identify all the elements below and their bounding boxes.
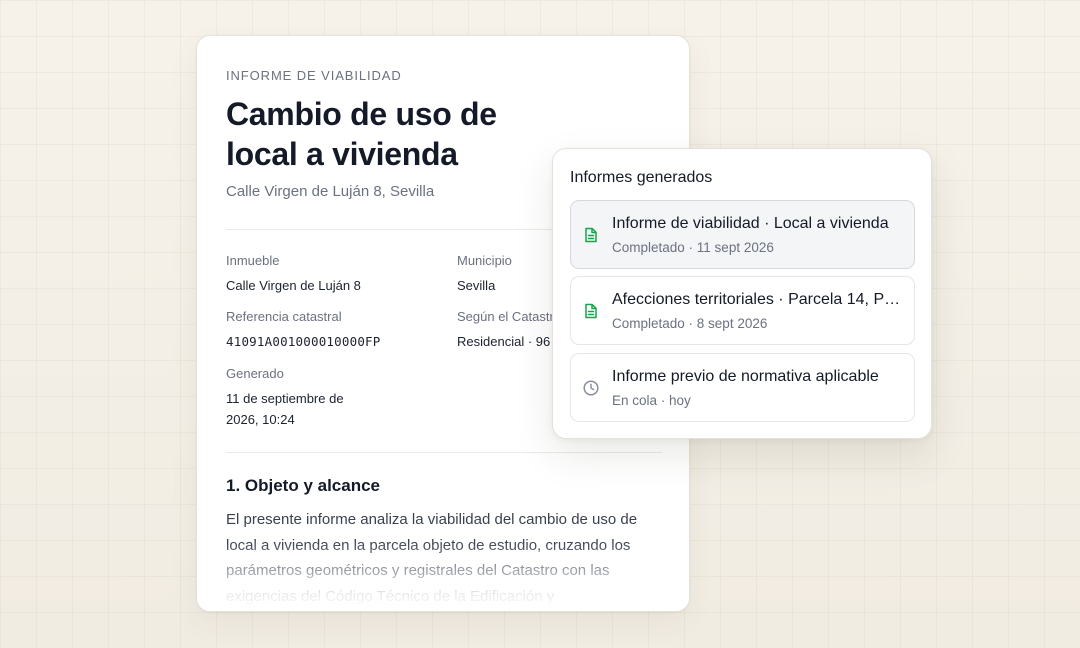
section-body: El presente informe analiza la viabilida…: [226, 511, 638, 605]
field-generado: Generado 11 de septiembre de 2026, 10:24: [226, 366, 376, 430]
field-inmueble: Inmueble Calle Virgen de Luján 8: [226, 253, 436, 296]
divider: [226, 452, 662, 453]
field-value: 41091A001000010000FP: [226, 334, 381, 349]
report-item-normativa[interactable]: Informe previo de normativa aplicable En…: [570, 353, 915, 422]
report-item-afecciones[interactable]: Afecciones territoriales · Parcela 14, P…: [570, 276, 915, 345]
document-icon: [585, 227, 597, 243]
panel-title: Informes generados: [570, 169, 713, 186]
report-item-title: Informe previo de normativa aplicable: [612, 368, 879, 385]
report-item-status: Completado · 11 sept 2026: [612, 240, 774, 255]
clock-icon: [583, 380, 599, 396]
report-eyebrow: INFORME DE VIABILIDAD: [226, 68, 402, 83]
report-item-status: En cola · hoy: [612, 393, 691, 408]
generated-reports-panel: Informes generados Informe de viabilidad…: [552, 148, 932, 439]
report-address: Calle Virgen de Luján 8, Sevilla: [226, 183, 435, 200]
report-item-viabilidad[interactable]: Informe de viabilidad · Local a vivienda…: [570, 200, 915, 269]
report-item-title: Informe de viabilidad · Local a vivienda: [612, 215, 889, 232]
report-item-title: Afecciones territoriales · Parcela 14, P…: [612, 291, 904, 308]
report-title: Cambio de uso de local a vivienda: [226, 96, 497, 172]
section-heading: 1. Objeto y alcance: [226, 476, 381, 495]
field-label: Generado: [226, 366, 284, 381]
field-value: 11 de septiembre de 2026, 10:24: [226, 391, 344, 427]
field-label: Referencia catastral: [226, 309, 342, 324]
document-icon: [585, 303, 597, 319]
report-item-status: Completado · 8 sept 2026: [612, 316, 768, 331]
field-value: Calle Virgen de Luján 8: [226, 278, 361, 293]
field-label: Inmueble: [226, 253, 280, 268]
field-referencia-catastral: Referencia catastral 41091A001000010000F…: [226, 309, 436, 352]
